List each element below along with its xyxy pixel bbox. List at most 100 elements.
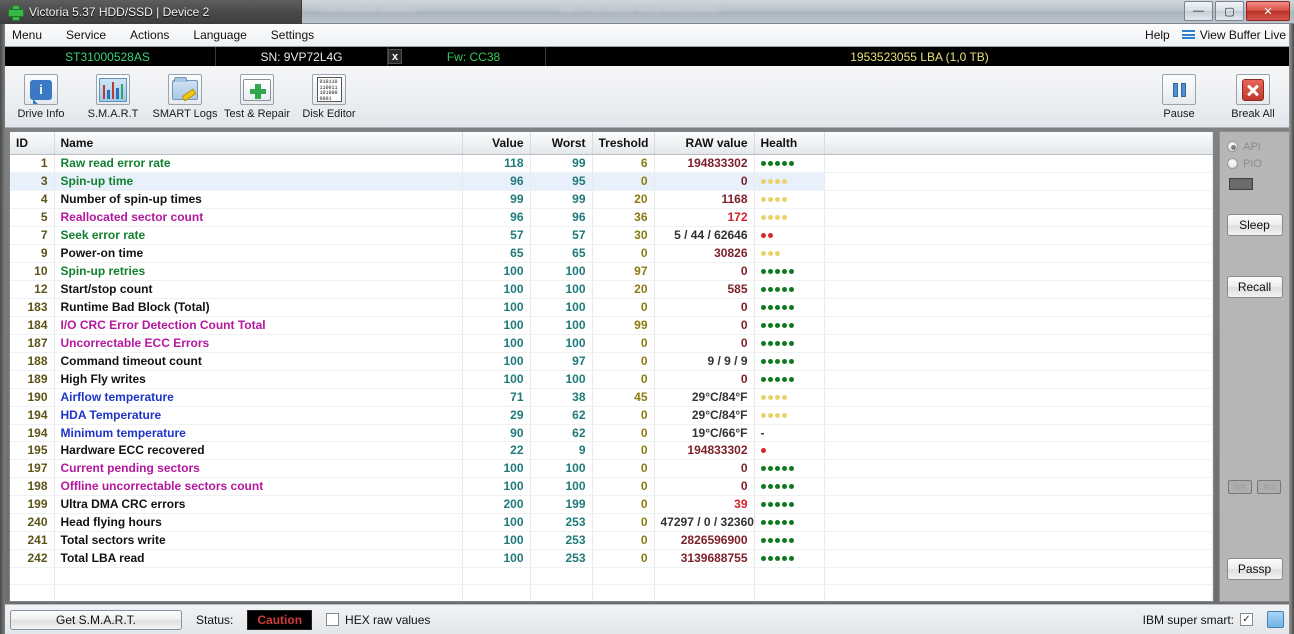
- table-row[interactable]: 189 High Fly writes 100 100 0 0: [10, 370, 1213, 389]
- menu-item-menu[interactable]: Menu: [0, 25, 54, 45]
- cell-value: 100: [462, 459, 531, 478]
- ibm-super-smart-checkbox[interactable]: IBM super smart: ✓: [1143, 613, 1253, 627]
- cell-worst: 100: [530, 334, 593, 353]
- menu-item-service[interactable]: Service: [54, 25, 118, 45]
- table-row[interactable]: 5 Reallocated sector count 96 96 36 172: [10, 208, 1213, 227]
- drive-info-button[interactable]: i Drive Info: [8, 69, 74, 125]
- menu-item-actions[interactable]: Actions: [118, 25, 181, 45]
- column-header-worst[interactable]: Worst: [530, 132, 593, 155]
- table-row[interactable]: 188 Command timeout count 100 97 0 9 / 9 / 9: [10, 352, 1213, 371]
- table-row[interactable]: 240 Head flying hours 100 253 0 47297 / 0 / 3…: [10, 513, 1213, 532]
- column-header-value[interactable]: Value: [462, 132, 531, 155]
- smart-button[interactable]: S.M.A.R.T: [80, 69, 146, 125]
- menu-item-help[interactable]: Help: [1133, 25, 1182, 45]
- menu-item-settings[interactable]: Settings: [259, 25, 326, 45]
- table-row[interactable]: 199 Ultra DMA CRC errors 200 199 0 39: [10, 495, 1213, 514]
- table-row[interactable]: 190 Airflow temperature 71 38 45 29°C/84°F: [10, 388, 1213, 407]
- minimize-button[interactable]: —: [1184, 1, 1213, 21]
- radio-pio[interactable]: PIO: [1220, 155, 1289, 172]
- table-row[interactable]: 194 HDA Temperature 29 62 0 29°C/84°F: [10, 406, 1213, 425]
- passport-button[interactable]: Passp: [1226, 558, 1283, 580]
- bar-chart-icon: [96, 74, 130, 105]
- view-buffer-live-button[interactable]: View Buffer Live: [1181, 28, 1294, 42]
- table-row[interactable]: 4 Number of spin-up times 99 99 20 1168: [10, 190, 1213, 209]
- cell-threshold: 20: [592, 190, 655, 209]
- cell-worst: 38: [530, 388, 593, 407]
- drive-serial[interactable]: SN: 9VP72L4G: [216, 47, 388, 66]
- table-row[interactable]: 198 Offline uncorrectable sectors count 10…: [10, 477, 1213, 496]
- column-header-threshold[interactable]: Treshold: [592, 132, 655, 155]
- cell-worst: 65: [530, 244, 593, 263]
- cell-health: [754, 459, 825, 478]
- test-and-repair-label: Test & Repair: [223, 108, 291, 120]
- smart-logs-button[interactable]: SMART Logs: [152, 69, 218, 125]
- table-row[interactable]: 197 Current pending sectors 100 100 0 0: [10, 459, 1213, 478]
- cell-name: I/O CRC Error Detection Count Total: [54, 316, 463, 335]
- write-button[interactable]: WR: [1228, 480, 1252, 494]
- cell-name: Number of spin-up times: [54, 190, 463, 209]
- table-empty-row: [10, 584, 1213, 601]
- table-row[interactable]: 1 Raw read error rate 118 99 6 194833302: [10, 154, 1213, 173]
- indicator-box[interactable]: [1267, 611, 1284, 628]
- cell-raw-value: 29°C/84°F: [654, 406, 755, 425]
- cell-id: 198: [10, 477, 55, 496]
- test-and-repair-button[interactable]: Test & Repair: [224, 69, 290, 125]
- cell-name: High Fly writes: [54, 370, 463, 389]
- hex-raw-checkbox-box[interactable]: [326, 613, 340, 626]
- read-button[interactable]: RD: [1257, 480, 1281, 494]
- table-row[interactable]: 242 Total LBA read 100 253 0 3139688755: [10, 549, 1213, 568]
- cell-id: 4: [10, 190, 55, 209]
- table-row[interactable]: 3 Spin-up time 96 95 0 0: [10, 172, 1213, 191]
- cell-name: Head flying hours: [54, 513, 463, 532]
- table-row[interactable]: 7 Seek error rate 57 57 30 5 / 44 / 62646: [10, 226, 1213, 245]
- column-header-raw-value[interactable]: RAW value: [654, 132, 755, 155]
- table-row[interactable]: 184 I/O CRC Error Detection Count Total 10…: [10, 316, 1213, 335]
- cell-empty: [54, 584, 463, 601]
- health-dots: [760, 460, 794, 477]
- window-controls[interactable]: — ▢ ✕: [1184, 1, 1290, 21]
- table-row[interactable]: 241 Total sectors write 100 253 0 2826596900: [10, 531, 1213, 550]
- column-header-id[interactable]: ID: [10, 132, 55, 155]
- get-smart-button[interactable]: Get S.M.A.R.T.: [10, 609, 182, 630]
- column-header-name[interactable]: Name: [54, 132, 463, 155]
- table-row[interactable]: 195 Hardware ECC recovered 22 9 0 194833302: [10, 441, 1213, 460]
- cell-name: Runtime Bad Block (Total): [54, 298, 463, 317]
- table-row[interactable]: 183 Runtime Bad Block (Total) 100 100 0 0: [10, 298, 1213, 317]
- cell-worst: 253: [530, 549, 593, 568]
- cell-id: 189: [10, 370, 55, 389]
- table-row[interactable]: 9 Power-on time 65 65 0 30826: [10, 244, 1213, 263]
- cell-extra: [824, 154, 1213, 173]
- radio-api[interactable]: API: [1220, 138, 1289, 155]
- cell-name: HDA Temperature: [54, 406, 463, 425]
- cell-empty: [654, 601, 754, 602]
- cell-extra: [824, 208, 1213, 227]
- cell-name: Start/stop count: [54, 280, 463, 299]
- pause-button[interactable]: Pause: [1146, 69, 1212, 125]
- status-bar: Get S.M.A.R.T. Status: Caution HEX raw v…: [0, 604, 1294, 634]
- column-header-health[interactable]: Health: [754, 132, 825, 155]
- table-row[interactable]: 10 Spin-up retries 100 100 97 0: [10, 262, 1213, 281]
- recall-button[interactable]: Recall: [1226, 276, 1283, 298]
- cell-id: 242: [10, 549, 55, 568]
- cell-name: Current pending sectors: [54, 459, 463, 478]
- maximize-button[interactable]: ▢: [1215, 1, 1244, 21]
- drive-model[interactable]: ST31000528AS: [0, 47, 216, 66]
- sleep-button[interactable]: Sleep: [1226, 214, 1283, 236]
- cell-threshold: 0: [592, 298, 655, 317]
- cell-health: [754, 549, 825, 568]
- smart-attributes-table[interactable]: ID Name Value Worst Treshold RAW value H…: [9, 131, 1214, 602]
- break-all-button[interactable]: Break All: [1220, 69, 1286, 125]
- cell-extra: [824, 244, 1213, 263]
- ibm-checkbox-box[interactable]: ✓: [1240, 613, 1253, 626]
- table-row[interactable]: 194 Minimum temperature 90 62 0 19°C/66°F -: [10, 424, 1213, 442]
- clear-serial-button[interactable]: x: [388, 49, 402, 64]
- disk-editor-button[interactable]: 010110 110011 101000 0001 Disk Editor: [296, 69, 362, 125]
- close-button[interactable]: ✕: [1246, 1, 1290, 21]
- table-row[interactable]: 12 Start/stop count 100 100 20 585: [10, 280, 1213, 299]
- table-row[interactable]: 187 Uncorrectable ECC Errors 100 100 0 0: [10, 334, 1213, 353]
- menu-item-language[interactable]: Language: [181, 25, 258, 45]
- cell-name: Uncorrectable ECC Errors: [54, 334, 463, 353]
- cell-id: 7: [10, 226, 55, 245]
- activity-led: [1229, 178, 1253, 190]
- hex-raw-values-checkbox[interactable]: HEX raw values: [326, 613, 430, 627]
